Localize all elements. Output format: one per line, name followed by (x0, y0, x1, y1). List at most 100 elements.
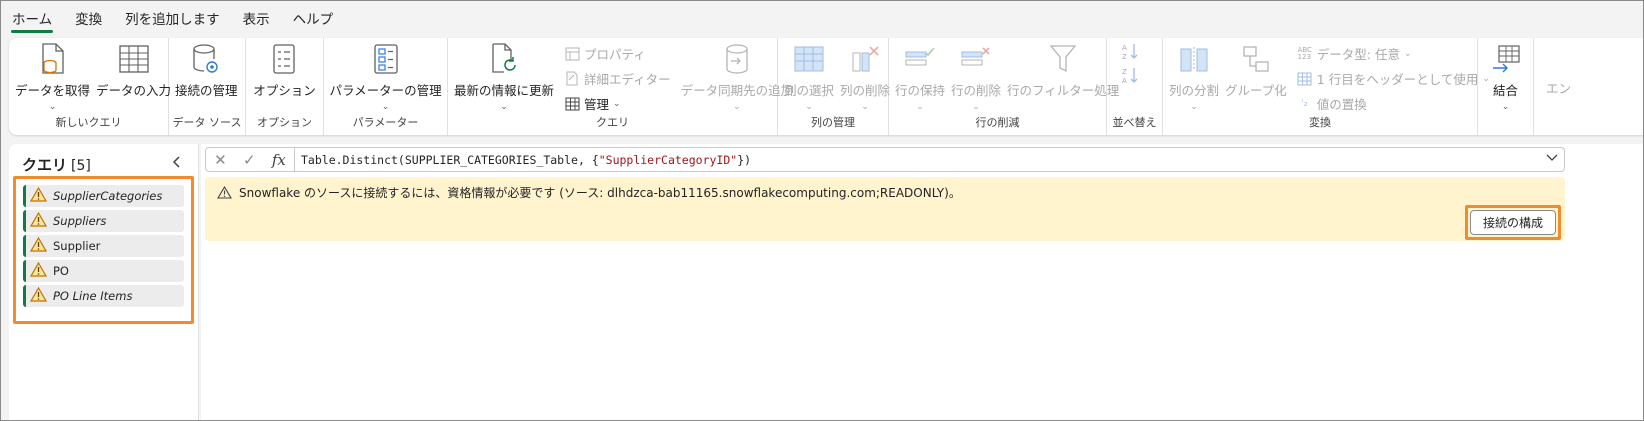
manage-parameters-button[interactable]: パラメーターの管理 ⌄ (327, 42, 443, 112)
query-item[interactable]: Suppliers (23, 210, 184, 232)
replace-values-button[interactable]: ⁱ₂ 値の置換 (1297, 94, 1490, 113)
database-gear-icon (189, 42, 223, 76)
properties-label: プロパティ (584, 47, 646, 62)
group-by-button[interactable]: グループ化 (1223, 42, 1289, 99)
filter-icon (1046, 42, 1080, 76)
chevron-down-icon: ⌄ (916, 102, 924, 112)
cancel-icon[interactable]: ✕ (214, 151, 227, 169)
queries-count: [5] (71, 158, 91, 174)
properties-button[interactable]: プロパティ (564, 44, 671, 63)
tab-help[interactable]: ヘルプ (292, 2, 335, 34)
manage-connections-button[interactable]: 接続の管理 (173, 42, 240, 99)
formula-suffix: }) (737, 152, 752, 167)
filter-rows-label: 行のフィルター処理 (1007, 83, 1120, 98)
chevron-down-icon: ⌄ (500, 102, 508, 112)
warning-icon (29, 186, 48, 205)
manage-label: 管理 (584, 97, 610, 112)
refresh-icon (487, 42, 521, 76)
formula-bar-actions: ✕ ✓ fx (205, 147, 295, 172)
parameters-icon (369, 42, 403, 76)
get-data-button[interactable]: データを取得 ⌄ (13, 42, 92, 112)
expand-formula-icon[interactable] (1546, 152, 1558, 165)
enter-data-button[interactable]: データの入力 (94, 42, 173, 99)
commit-icon[interactable]: ✓ (243, 151, 256, 169)
formula-bar: ✕ ✓ fx Table.Distinct(SUPPLIER_CATEGORIE… (205, 147, 1565, 172)
formula-prefix: Table.Distinct(SUPPLIER_CATEGORIES_Table… (301, 152, 599, 167)
query-item[interactable]: Supplier (23, 235, 184, 257)
manage-parameters-label: パラメーターの管理 (329, 83, 442, 98)
query-item[interactable]: PO (23, 260, 184, 282)
query-item[interactable]: PO Line Items (23, 285, 184, 307)
combine-label: 結合 (1492, 83, 1518, 98)
fx-icon[interactable]: fx (272, 151, 286, 169)
properties-icon (564, 46, 580, 62)
query-name: PO Line Items (53, 289, 133, 303)
replace-values-icon: ⁱ₂ (1301, 98, 1308, 109)
advanced-editor-button[interactable]: 詳細エディター (564, 69, 671, 88)
split-column-label: 列の分割 (1169, 83, 1220, 98)
refresh-button[interactable]: 最新の情報に更新 ⌄ (452, 42, 556, 112)
table-manage-icon (564, 96, 580, 112)
chevron-down-icon: ⌄ (613, 98, 621, 109)
warning-icon (29, 286, 48, 305)
query-name: Suppliers (53, 214, 107, 228)
chevron-down-icon: ⌄ (805, 102, 813, 112)
keep-rows-label: 行の保持 (895, 83, 946, 98)
queries-pane-title: クエリ [5] (22, 154, 91, 175)
group-new-query: データを取得 ⌄ データの入力 新しいクエリ (9, 38, 171, 135)
group-data-source: 接続の管理 データ ソース (169, 38, 246, 135)
configure-connection-button[interactable]: 接続の構成 (1469, 210, 1556, 235)
keep-rows-button[interactable]: 行の保持 ⌄ (893, 42, 947, 112)
warning-message: Snowflake のソースに接続するには、資格情報が必要です (ソース: dl… (239, 186, 961, 200)
power-query-window: ホーム 変換 列を追加します 表示 ヘルプ データを取得 ⌄ データの入力 新し… (0, 0, 1644, 421)
group-label-sort: 並べ替え (1112, 116, 1157, 129)
split-column-button[interactable]: 列の分割 ⌄ (1167, 42, 1221, 112)
choose-columns-label: 列の選択 (784, 83, 835, 98)
group-parameters: パラメーターの管理 ⌄ パラメーター (324, 38, 448, 135)
query-item[interactable]: SupplierCategories (23, 185, 184, 207)
manage-button[interactable]: 管理 ⌄ (564, 94, 671, 113)
group-transform: 列の分割 ⌄ グループ化 ABC 123 データ型: 任意 ⌄ 1 行目をヘッダ… (1163, 38, 1490, 135)
group-query: 最新の情報に更新 ⌄ プロパティ 詳細エディター 管理 ⌄ データ同期先の追加 … (448, 38, 793, 135)
remove-rows-icon (959, 42, 993, 76)
options-button[interactable]: オプション (251, 42, 318, 99)
query-name: SupplierCategories (53, 189, 163, 203)
data-type-button[interactable]: ABC 123 データ型: 任意 ⌄ (1297, 44, 1490, 63)
group-label-manage-columns: 列の管理 (811, 116, 855, 129)
group-combine: 結合 ⌄ (1478, 38, 1534, 135)
table-header-icon (1297, 71, 1313, 87)
database-arrow-icon (720, 42, 754, 76)
warning-icon (217, 184, 232, 203)
svg-text:A: A (1122, 44, 1127, 52)
group-label-combine (1478, 115, 1533, 135)
tab-home[interactable]: ホーム (11, 2, 54, 34)
advanced-editor-label: 詳細エディター (584, 72, 671, 87)
combine-button[interactable]: 結合 ⌄ (1487, 42, 1525, 112)
add-destination-label: データ同期先の追加 (680, 83, 794, 98)
tab-transform[interactable]: 変換 (74, 2, 103, 34)
group-options: オプション オプション (246, 38, 324, 135)
group-label-reduce-rows: 行の削減 (975, 116, 1020, 129)
data-type-icon: ABC 123 (1297, 45, 1312, 61)
tab-view[interactable]: 表示 (242, 2, 271, 34)
overflow-label[interactable]: エン (1546, 78, 1571, 97)
remove-rows-button[interactable]: 行の削除 ⌄ (949, 42, 1003, 112)
group-sort: AZ ZA 並べ替え (1107, 38, 1163, 135)
choose-columns-button[interactable]: 列の選択 ⌄ (782, 42, 836, 112)
first-row-headers-button[interactable]: 1 行目をヘッダーとして使用 ⌄ (1297, 69, 1490, 88)
chevron-down-icon: ⌄ (48, 102, 57, 112)
main-area: ✕ ✓ fx Table.Distinct(SUPPLIER_CATEGORIE… (201, 144, 1643, 420)
sort-ascending-icon[interactable]: AZ (1121, 42, 1141, 61)
tab-add-column[interactable]: 列を追加します (124, 2, 221, 34)
remove-columns-button[interactable]: 列の削除 ⌄ (838, 42, 892, 112)
formula-input[interactable]: Table.Distinct(SUPPLIER_CATEGORIES_Table… (295, 147, 1565, 172)
sort-descending-icon[interactable]: ZA (1121, 66, 1141, 85)
collapse-pane-icon[interactable] (172, 156, 182, 172)
svg-text:Z: Z (1122, 68, 1127, 76)
manage-connections-label: 接続の管理 (175, 83, 238, 98)
table-icon (117, 42, 151, 76)
options-label: オプション (253, 83, 316, 98)
queries-pane: クエリ [5] SupplierCategories Suppliers Supp… (9, 144, 199, 420)
filter-rows-button[interactable]: 行のフィルター処理 (1005, 42, 1121, 99)
group-label-query: クエリ (596, 116, 629, 129)
